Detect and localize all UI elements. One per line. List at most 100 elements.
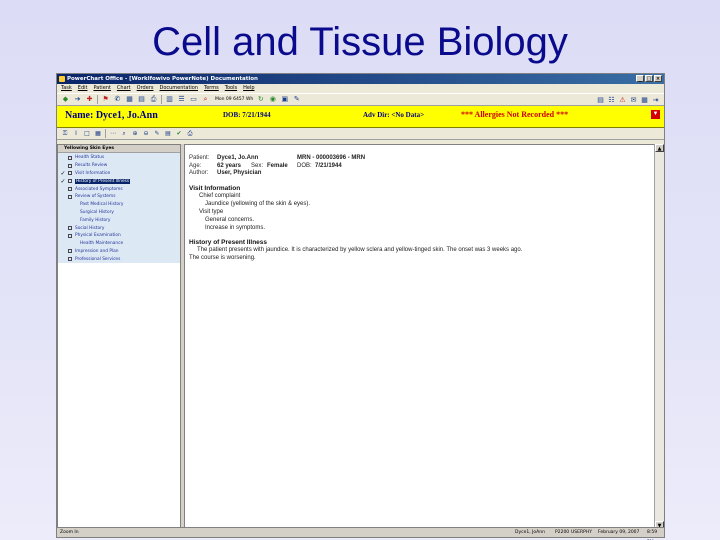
zoom-out-icon[interactable]: ⊖ (142, 130, 150, 138)
section-checkbox-icon[interactable] (68, 249, 72, 254)
section-checkbox-icon[interactable] (68, 257, 72, 262)
menu-terms[interactable]: Terms (204, 84, 219, 93)
section-item[interactable]: Surgical History (58, 209, 180, 217)
zoom-in-icon[interactable]: ⊕ (131, 130, 139, 138)
text-icon[interactable]: Ⅰ (72, 130, 80, 138)
alert-icon[interactable]: ⚠ (618, 96, 627, 105)
chief-complaint-label: Chief complaint (199, 192, 241, 199)
maximize-button[interactable]: □ (645, 75, 653, 82)
globe-icon[interactable]: ◉ (268, 95, 277, 104)
visit-type-value-1: General concerns. (205, 216, 255, 223)
document-icon[interactable]: ▭ (189, 95, 198, 104)
patient-list-icon[interactable]: ☷ (607, 96, 616, 105)
visit-type-label: Visit type (199, 208, 224, 215)
section-item[interactable]: Health Status (58, 154, 180, 162)
sign-icon[interactable]: ✔ (175, 130, 183, 138)
checkmark-icon: ✓ (60, 169, 66, 177)
calendar-icon[interactable]: ▦ (125, 95, 134, 104)
section-checkbox-icon[interactable] (68, 226, 72, 231)
search-icon[interactable]: ⌕ (201, 95, 210, 104)
exit-icon[interactable]: ⇥ (651, 96, 660, 105)
section-checkbox-icon[interactable] (68, 194, 72, 199)
back-arrow-icon[interactable]: ◆ (61, 95, 70, 104)
section-item[interactable]: Physical Examination (58, 232, 180, 240)
status-user: Dyce1, JoAnn (515, 530, 545, 535)
print-preview-icon[interactable]: ⎙ (186, 130, 194, 138)
minimize-button[interactable]: _ (636, 75, 644, 82)
menu-documentation[interactable]: Documentation (159, 84, 198, 93)
section-item-label: Professional Services (75, 256, 121, 262)
menu-task[interactable]: Task (61, 84, 72, 93)
section-item[interactable]: ✓ History of Present Illness (58, 177, 180, 185)
section-item-label: Impression and Plan (75, 248, 119, 254)
flag-icon[interactable]: ⚑ (101, 95, 110, 104)
menu-patient[interactable]: Patient (93, 84, 110, 93)
document-scrollbar[interactable]: ▲ ▼ (654, 144, 664, 529)
search-text[interactable]: Mon 09 6457 Wh (215, 97, 253, 102)
section-item[interactable]: Associated Symptoms (58, 185, 180, 193)
section-navigator-header[interactable]: Yellowing Skin Eyes (58, 145, 180, 153)
age-label: Age: (189, 162, 202, 169)
section-checkbox-icon[interactable] (68, 179, 72, 184)
section-item-label: Surgical History (80, 209, 114, 215)
inbox-icon[interactable]: ▤ (596, 96, 605, 105)
edit-icon[interactable]: ✎ (153, 130, 161, 138)
tools-icon[interactable]: ✎ (292, 95, 301, 104)
section-item[interactable]: Results Review (58, 162, 180, 170)
hpi-heading: History of Present Illness (189, 238, 268, 246)
window-titlebar[interactable]: PowerChart Office - [Worklfowivo PowerNo… (57, 74, 664, 84)
menu-tools[interactable]: Tools (225, 84, 237, 93)
message-icon[interactable]: ✉ (629, 96, 638, 105)
refresh-icon[interactable]: ↻ (256, 95, 265, 104)
section-checkbox-icon[interactable] (68, 155, 72, 160)
close-button[interactable]: × (654, 75, 662, 82)
normal-icon[interactable]: ⋯ (109, 130, 117, 138)
document-view[interactable]: Patient: Dyce1, Jo.Ann MRN - 000003696 -… (184, 144, 656, 529)
patient-label: Patient: (189, 155, 210, 161)
menu-edit[interactable]: Edit (78, 84, 88, 93)
app-icon (59, 76, 65, 82)
menu-orders[interactable]: Orders (137, 84, 154, 93)
status-bar: Zoom In Dyce1, JoAnn P2200 USERPHY Febru… (57, 527, 664, 537)
sex-value: Female (267, 162, 288, 169)
schedule-icon[interactable]: ▦ (640, 96, 649, 105)
chart-icon[interactable]: ▣ (280, 95, 289, 104)
key-icon[interactable]: ⚿ (61, 130, 69, 138)
banner-allergies: *** Allergies Not Recorded *** (461, 110, 569, 119)
section-checkbox-icon[interactable] (68, 171, 72, 176)
section-item[interactable]: Health Maintenance (58, 240, 180, 248)
age-row: Age: 62 years Sex: Female DOB: 7/21/1944 (189, 163, 651, 171)
list-icon[interactable]: ☰ (177, 95, 186, 104)
section-navigator: Yellowing Skin Eyes Health Status Results… (57, 144, 181, 529)
print-icon[interactable]: ⎙ (149, 95, 158, 104)
folder-icon[interactable]: ▤ (137, 95, 146, 104)
phone-icon[interactable]: ✆ (113, 95, 122, 104)
stop-icon[interactable]: ✚ (85, 95, 94, 104)
zoom-icon[interactable]: ⌕ (120, 130, 128, 138)
dob-value: 7/21/1944 (315, 162, 342, 169)
section-item[interactable]: Review of Systems (58, 193, 180, 201)
section-checkbox-icon[interactable] (68, 187, 72, 192)
box-icon[interactable]: □ (83, 130, 91, 138)
menu-help[interactable]: Help (243, 84, 254, 93)
banner-dropdown-button[interactable]: ▼ (651, 110, 660, 119)
section-item[interactable]: Impression and Plan (58, 248, 180, 256)
scroll-up-arrow-icon[interactable]: ▲ (655, 144, 664, 152)
chief-complaint-value: Jaundice (yellowing of the skin & eyes). (205, 200, 311, 207)
section-item[interactable]: ✓ Visit Information (58, 170, 180, 178)
section-item[interactable]: Family History (58, 216, 180, 224)
menu-chart[interactable]: Chart (117, 84, 131, 93)
status-id: P2200 (555, 530, 570, 535)
section-item-label: Results Review (75, 163, 108, 169)
sex-label: Sex: (251, 162, 264, 169)
section-checkbox-icon[interactable] (68, 163, 72, 168)
table-icon[interactable]: ▦ (94, 130, 102, 138)
save-icon[interactable]: ▤ (164, 130, 172, 138)
section-item[interactable]: Professional Services (58, 255, 180, 263)
section-item[interactable]: Past Medical History (58, 201, 180, 209)
section-checkbox-icon[interactable] (68, 233, 72, 238)
grid-icon[interactable]: ▥ (165, 95, 174, 104)
section-item[interactable]: Social History (58, 224, 180, 232)
forward-arrow-icon[interactable]: ➔ (73, 95, 82, 104)
patient-value: Dyce1, Jo.Ann (217, 155, 259, 161)
